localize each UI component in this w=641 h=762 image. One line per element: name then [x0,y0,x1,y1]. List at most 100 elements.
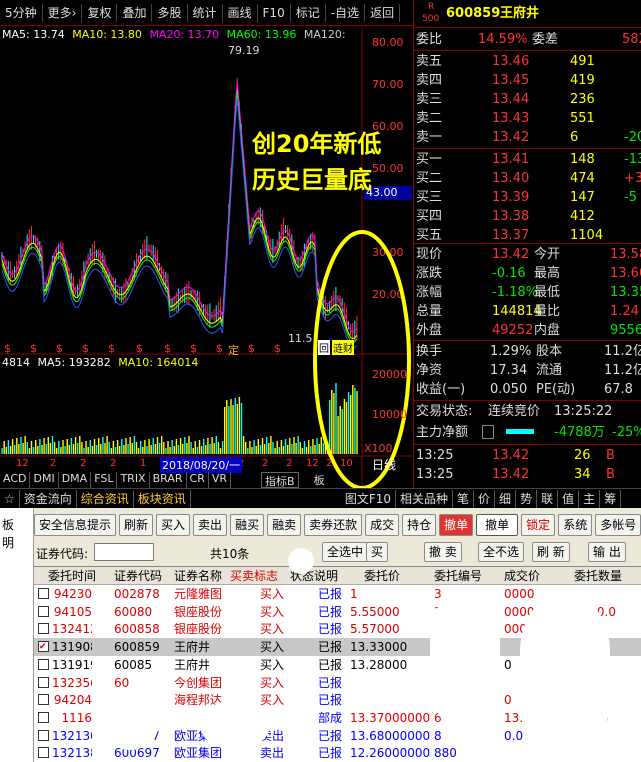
tab-bi[interactable]: 笔 [453,489,475,508]
tab-zhi[interactable]: 值 [558,489,580,508]
margin-sell-button[interactable]: 融卖 [267,514,302,536]
tab-jia[interactable]: 价 [474,489,496,508]
select-all-button[interactable]: 全选中 [322,542,369,562]
cancel-order-tab[interactable]: 撤单 [439,514,474,536]
lock-button[interactable]: 锁定 [521,514,556,536]
indicator-tab[interactable]: VR [209,472,232,488]
tab-shi[interactable]: 势 [516,489,538,508]
row-checkbox[interactable] [38,729,49,741]
col-header[interactable]: 委托数量 [574,567,622,585]
row-checkbox[interactable] [38,623,49,635]
buy-filter-button[interactable]: 买 [366,542,389,562]
code-input[interactable] [94,543,154,561]
toolbar-item[interactable]: 画线 [223,3,258,22]
order-status: 已报 [318,728,343,743]
indicator-tab[interactable]: ACD [0,472,31,488]
refresh-list-button[interactable]: 刷 新 [532,542,570,562]
security-info-button[interactable]: 安全信息提示 [34,514,117,536]
refresh-button[interactable]: 刷新 [119,514,154,536]
bid-label: 买三 [416,190,443,205]
toolbar-item[interactable]: -自选 [326,3,366,22]
stat-label: 现价 [416,247,443,262]
indicator-tab[interactable]: FSL [91,472,118,488]
s-marker: $ [216,342,223,355]
col-header[interactable]: 委托价 [364,567,400,585]
trade-status-label: 交易状态: [416,404,473,419]
order-no: 8 [434,728,442,743]
order-time: 1116 [61,710,92,725]
tab-news[interactable]: 综合资讯 [77,489,134,508]
cancel-order-button[interactable]: 撤单 [476,514,519,536]
code-label: 证券代码: [36,547,89,561]
net-toggle[interactable] [482,425,494,439]
system-button[interactable]: 系统 [558,514,593,536]
order-code: 60080 [114,604,153,619]
toolbar-item[interactable]: 多股 [152,3,188,22]
tab-lian[interactable]: 联 [537,489,559,508]
tab-sector-news[interactable]: 板块资讯 [134,489,191,508]
tab-chou[interactable]: 筹 [600,489,622,508]
indicator-tab[interactable]: DMI [30,472,59,488]
toolbar-item[interactable]: 统计 [188,3,223,22]
deals-button[interactable]: 成交 [365,514,400,536]
left-nav-item[interactable]: 板 [2,516,14,533]
toolbar-item[interactable]: 叠加 [117,3,153,22]
sell-button[interactable]: 卖出 [193,514,228,536]
output-button[interactable]: 输 出 [588,542,626,562]
tab-xi[interactable]: 细 [495,489,517,508]
col-header[interactable]: 买卖标志 [230,567,278,585]
toolbar-item[interactable]: 返回 [365,3,401,22]
margin-buy-button[interactable]: 融买 [230,514,265,536]
tab-zhu[interactable]: 主 [579,489,601,508]
stat-value: 0.050 [490,382,528,397]
order-no: 880 [434,746,457,761]
col-header[interactable]: 委托编号 [434,567,482,585]
unselect-all-button[interactable]: 全不选 [478,542,525,562]
order-deal: 0.0 [504,728,524,743]
order-side: 买入 [260,604,285,619]
toolbar-item[interactable]: F10 [258,3,291,22]
toolbar-item[interactable]: 更多› [43,3,83,22]
ask-volume: 236 [570,92,595,107]
row-checkbox[interactable] [38,605,49,617]
col-header[interactable]: 委托时间 [48,567,96,585]
row-checkbox[interactable]: ✔ [38,641,49,653]
period-label[interactable]: 日线 [372,456,396,473]
tab-f10[interactable]: 图文F10 [341,489,396,508]
tab-star[interactable]: ☆ [0,489,20,508]
tick-price: 13.42 [492,448,530,463]
positions-button[interactable]: 持仓 [402,514,437,536]
cancel-sell-button[interactable]: 撤 卖 [424,542,462,562]
left-nav-item[interactable]: 明 [2,534,14,551]
indicator-tab[interactable]: CR [187,472,209,488]
indicator-b-button[interactable]: 指标B [261,472,299,488]
ask-volume: 551 [570,111,595,126]
col-header[interactable]: 成交价 [504,567,540,585]
toolbar-item[interactable]: 5分钟 [0,3,43,22]
kline-chart[interactable]: MA5: 13.74 MA10: 13.80 MA20: 13.70 MA60:… [0,26,412,488]
indicator-tab[interactable]: BRAR [150,472,187,488]
bid-volume: 148 [570,152,595,167]
stat-row: 现价 13.42 今开 13.58 [414,245,641,264]
row-checkbox[interactable] [38,747,49,759]
multi-account-button[interactable]: 多帐号 [595,514,641,536]
indicator-tab[interactable]: TRIX [117,472,150,488]
toolbar-item[interactable]: 标记 [291,3,326,22]
col-header[interactable]: 证券名称 [174,567,222,585]
row-checkbox[interactable] [38,711,49,723]
board-button[interactable]: 板 [311,472,328,488]
tab-fund-flow[interactable]: 资金流向 [20,489,77,508]
bid-row: 买一 13.41 148 -13 [414,150,641,169]
tab-related[interactable]: 相关品种 [396,489,454,508]
x-tick: 10 [340,458,353,469]
col-header[interactable]: 证券代码 [114,567,162,585]
x-tick: 2 [110,458,117,469]
indicator-tab[interactable]: DMA [59,472,92,488]
row-checkbox[interactable] [38,588,49,599]
row-checkbox[interactable] [38,694,49,706]
toolbar-item[interactable]: 复权 [82,3,118,22]
row-checkbox[interactable] [38,658,49,670]
row-checkbox[interactable] [38,676,49,688]
repay-button[interactable]: 卖券还款 [304,514,363,536]
buy-button[interactable]: 买入 [156,514,191,536]
